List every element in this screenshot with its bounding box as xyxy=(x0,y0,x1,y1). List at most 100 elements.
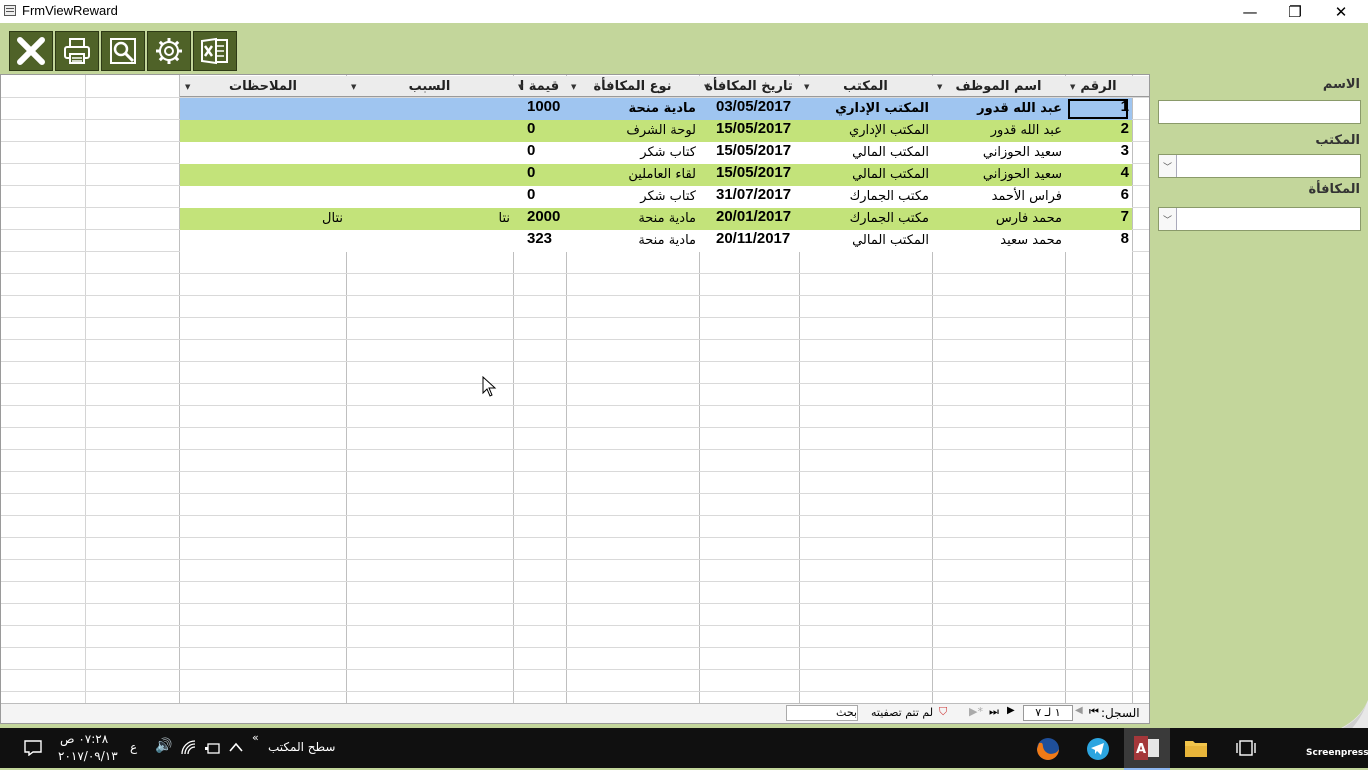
cell-type[interactable]: مادية منحة xyxy=(568,208,696,230)
cell-type[interactable]: مادية منحة xyxy=(568,98,696,120)
task-view-icon[interactable] xyxy=(1236,739,1256,757)
cell-employee[interactable]: فراس الأحمد xyxy=(934,186,1062,208)
cell-notes[interactable] xyxy=(182,142,343,164)
cell-reason[interactable] xyxy=(348,164,510,186)
cell-date[interactable]: 03/05/2017 xyxy=(716,98,798,120)
input-language[interactable]: ع xyxy=(130,740,137,754)
cell-reason[interactable] xyxy=(348,120,510,142)
header-employee[interactable]: ▼ اسم الموظف xyxy=(932,76,1065,97)
cell-num[interactable]: 1 xyxy=(1067,98,1129,120)
chevron-up-icon[interactable] xyxy=(229,742,243,752)
cell-date[interactable]: 20/11/2017 xyxy=(716,230,798,252)
last-record-icon[interactable]: ⏭ xyxy=(989,705,999,719)
telegram-icon[interactable] xyxy=(1085,736,1111,762)
minimize-button[interactable]: — xyxy=(1227,0,1273,23)
cell-num[interactable]: 2 xyxy=(1067,120,1129,142)
cell-office[interactable]: المكتب المالي xyxy=(801,230,929,252)
cell-office[interactable]: مكتب الجمارك xyxy=(801,208,929,230)
wifi-icon[interactable] xyxy=(181,740,197,756)
filter-status[interactable]: لم تتم تصفيته xyxy=(871,706,933,719)
export-excel-button[interactable] xyxy=(193,31,237,71)
cell-type[interactable]: لقاء العاملين xyxy=(568,164,696,186)
notification-icon[interactable] xyxy=(24,740,42,756)
cell-notes[interactable] xyxy=(182,98,343,120)
cell-notes[interactable]: نتال xyxy=(182,208,343,230)
cell-reason[interactable] xyxy=(348,230,510,252)
volume-icon[interactable]: 🔊 xyxy=(155,738,172,754)
cell-notes[interactable] xyxy=(182,120,343,142)
cell-type[interactable]: لوحة الشرف xyxy=(568,120,696,142)
cell-notes[interactable] xyxy=(182,230,343,252)
cell-reason[interactable]: نتا xyxy=(348,208,510,230)
cell-employee[interactable]: عبد الله قدور xyxy=(934,120,1062,142)
header-reason[interactable]: ▼ السبب xyxy=(346,76,513,97)
firefox-icon[interactable] xyxy=(1035,736,1061,762)
prev-record-icon[interactable]: ◀ xyxy=(1075,705,1083,716)
clock-time[interactable]: ٠٧:٢٨ ص xyxy=(60,732,108,746)
reward-filter-combo[interactable]: ﹀ xyxy=(1158,207,1361,231)
select-all-corner[interactable] xyxy=(1132,76,1149,97)
cell-type[interactable]: مادية منحة xyxy=(568,230,696,252)
header-type[interactable]: ▼ نوع المكافأة xyxy=(566,76,699,97)
clock-date[interactable]: ٢٠١٧/٠٩/١٣ xyxy=(58,749,118,763)
cell-office[interactable]: مكتب الجمارك xyxy=(801,186,929,208)
cell-value[interactable]: 0 xyxy=(527,164,565,186)
office-filter-combo[interactable]: ﹀ xyxy=(1158,154,1361,178)
cell-value[interactable]: 2000 xyxy=(527,208,565,230)
cell-reason[interactable] xyxy=(348,98,510,120)
cell-office[interactable]: المكتب المالي xyxy=(801,164,929,186)
close-window-button[interactable]: ✕ xyxy=(1318,0,1364,23)
cell-reason[interactable] xyxy=(348,186,510,208)
cell-num[interactable]: 8 xyxy=(1067,230,1129,252)
cell-employee[interactable]: محمد فارس xyxy=(934,208,1062,230)
search-input[interactable]: بحث xyxy=(786,705,858,721)
desktop-toolbar-label[interactable]: سطح المكتب xyxy=(268,740,335,754)
close-form-button[interactable] xyxy=(9,31,53,71)
cell-office[interactable]: المكتب الإداري xyxy=(801,120,929,142)
cell-num[interactable]: 4 xyxy=(1067,164,1129,186)
cell-notes[interactable] xyxy=(182,186,343,208)
cell-office[interactable]: المكتب المالي xyxy=(801,142,929,164)
preview-button[interactable] xyxy=(101,31,145,71)
cell-num[interactable]: 7 xyxy=(1067,208,1129,230)
print-button[interactable] xyxy=(55,31,99,71)
cell-date[interactable]: 20/01/2017 xyxy=(716,208,798,230)
header-value[interactable]: ▼ قيمة ا xyxy=(513,76,566,97)
cell-date[interactable]: 31/07/2017 xyxy=(716,186,798,208)
settings-button[interactable] xyxy=(147,31,191,71)
cell-value[interactable]: 1000 xyxy=(527,98,565,120)
cell-num[interactable]: 3 xyxy=(1067,142,1129,164)
restore-button[interactable]: ❐ xyxy=(1272,0,1318,23)
rewards-datasheet[interactable]: ▼ الرقم ▼ اسم الموظف ▼ المكتب ▼ تاريخ المكاف… xyxy=(0,74,1150,724)
toolbar-expand-icon[interactable]: « xyxy=(252,731,259,744)
access-taskbar-item[interactable]: A xyxy=(1124,728,1170,770)
cell-employee[interactable]: سعيد الحوزاني xyxy=(934,142,1062,164)
cell-value[interactable]: 0 xyxy=(527,186,565,208)
battery-icon[interactable] xyxy=(204,740,222,756)
chevron-down-icon[interactable]: ﹀ xyxy=(1159,155,1177,177)
first-record-icon[interactable]: ⏮ xyxy=(1089,705,1099,719)
current-record-input[interactable]: ١ لـ ٧ xyxy=(1023,705,1073,721)
cell-date[interactable]: 15/05/2017 xyxy=(716,120,798,142)
cell-date[interactable]: 15/05/2017 xyxy=(716,142,798,164)
cell-type[interactable]: كتاب شكر xyxy=(568,142,696,164)
header-date[interactable]: ▼ تاريخ المكافأة xyxy=(699,76,799,97)
cell-employee[interactable]: عبد الله قدور xyxy=(934,98,1062,120)
cell-value[interactable]: 323 xyxy=(527,230,565,252)
cell-office[interactable]: المكتب الإداري xyxy=(801,98,929,120)
new-record-icon[interactable]: ▶* xyxy=(969,705,983,718)
cell-type[interactable]: كتاب شكر xyxy=(568,186,696,208)
header-notes[interactable]: ▼ الملاحظات xyxy=(180,76,346,97)
header-office[interactable]: ▼ المكتب xyxy=(799,76,932,97)
header-num[interactable]: ▼ الرقم xyxy=(1065,76,1132,97)
name-filter-input[interactable] xyxy=(1158,100,1361,124)
cell-date[interactable]: 15/05/2017 xyxy=(716,164,798,186)
next-record-icon[interactable]: ▶ xyxy=(1007,705,1015,716)
cell-notes[interactable] xyxy=(182,164,343,186)
cell-reason[interactable] xyxy=(348,142,510,164)
cell-num[interactable]: 6 xyxy=(1067,186,1129,208)
file-explorer-icon[interactable] xyxy=(1184,738,1208,758)
cell-employee[interactable]: سعيد الحوزاني xyxy=(934,164,1062,186)
cell-value[interactable]: 0 xyxy=(527,142,565,164)
chevron-down-icon[interactable]: ﹀ xyxy=(1159,208,1177,230)
